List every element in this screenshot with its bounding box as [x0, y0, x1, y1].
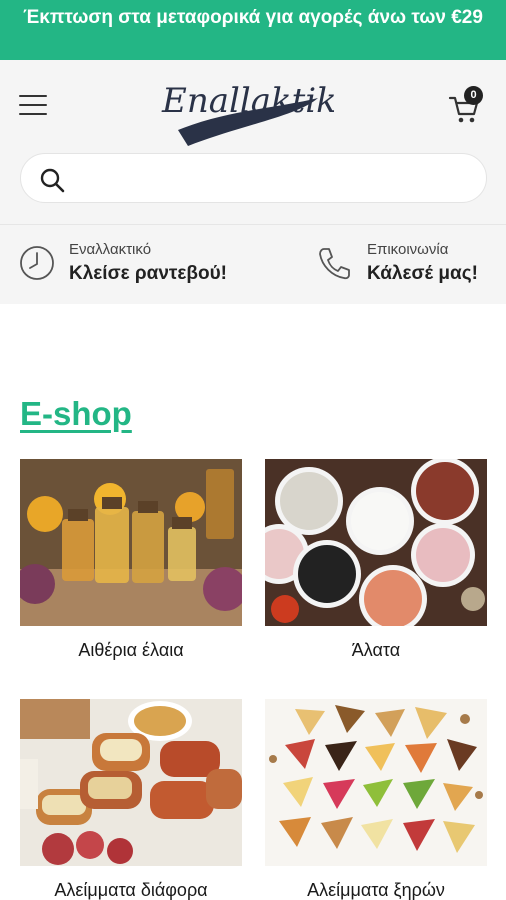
- search-icon[interactable]: [39, 167, 65, 193]
- info-bar: Εναλλακτικό Κλείσε ραντεβού! Επικοινωνία…: [0, 224, 506, 304]
- logo-text: Enallaktiko: [161, 81, 334, 121]
- appointment-small-label: Εναλλακτικό: [69, 241, 152, 258]
- site-logo[interactable]: Enallaktiko: [158, 68, 334, 150]
- contact-label: Κάλεσέ μας!: [367, 263, 478, 284]
- category-card[interactable]: Αλείμματα διάφορα: [20, 699, 242, 900]
- category-label: Άλατα: [351, 640, 401, 660]
- category-image-salts: [265, 459, 487, 626]
- phone-icon: [319, 248, 350, 280]
- cart-button[interactable]: 0: [448, 86, 488, 124]
- search-input[interactable]: [77, 164, 467, 194]
- category-image-spreads: [20, 699, 242, 866]
- category-card[interactable]: Αλείμματα ξηρών: [265, 699, 487, 900]
- promo-banner: Έκπτωση στα μεταφορικά για αγορές άνω τω…: [0, 0, 506, 60]
- eshop-title[interactable]: E-shop: [20, 395, 132, 433]
- search-bar: [20, 153, 487, 203]
- category-image-essential-oils: [20, 459, 242, 626]
- category-image-nut-spreads: [265, 699, 487, 866]
- category-card[interactable]: Αιθέρια έλαια: [20, 459, 242, 661]
- clock-icon: [20, 246, 54, 280]
- cart-count-badge: 0: [464, 86, 483, 105]
- category-label: Αιθέρια έλαια: [78, 640, 184, 660]
- category-card[interactable]: Άλατα: [265, 459, 487, 661]
- category-label: Αλείμματα διάφορα: [54, 880, 208, 900]
- category-label: Αλείμματα ξηρών: [307, 880, 445, 900]
- menu-icon[interactable]: [19, 95, 47, 117]
- site-header: Enallaktiko 0: [0, 60, 506, 224]
- appointment-label: Κλείσε ραντεβού!: [69, 263, 227, 284]
- contact-small-label: Επικοινωνία: [367, 241, 449, 258]
